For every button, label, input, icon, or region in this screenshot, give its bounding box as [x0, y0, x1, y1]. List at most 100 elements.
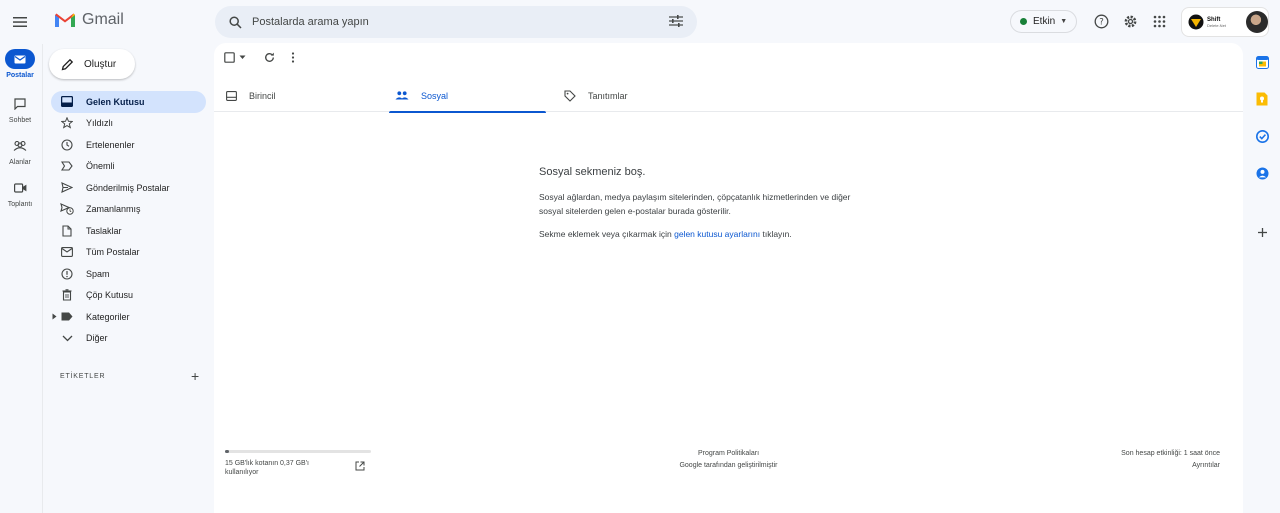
refresh-button[interactable]	[264, 52, 275, 63]
expand-arrow-icon[interactable]	[52, 313, 57, 320]
inbox-tab-icon	[226, 90, 237, 101]
settings-hint-prefix: Sekme eklemek veya çıkarmak için	[539, 229, 675, 239]
caret-down-icon	[239, 55, 246, 59]
pencil-icon	[61, 58, 74, 70]
label-icon	[59, 309, 75, 325]
help-icon: ?	[1094, 14, 1108, 28]
sidebar-item-label: Spam	[86, 268, 110, 279]
sidebar-item-spam[interactable]: Spam	[51, 263, 206, 285]
gmail-logo[interactable]: Gmail	[54, 11, 124, 29]
sidebar-item-starred[interactable]: Yıldızlı	[51, 113, 206, 135]
rail-label: Sohbet	[8, 117, 32, 124]
rail-pill	[5, 94, 35, 114]
tab-promotions[interactable]: Tanıtımlar	[552, 79, 709, 112]
compose-button[interactable]: Oluştur	[49, 49, 135, 79]
tag-icon	[564, 89, 576, 102]
details-link[interactable]: Ayrıntılar	[1121, 460, 1220, 472]
sidebar-item-important[interactable]: Önemli	[51, 156, 206, 178]
empty-state-settings-hint: Sekme eklemek veya çıkarmak için gelen k…	[539, 227, 919, 241]
rail-item-mail[interactable]: Postalar	[0, 49, 40, 79]
plus-icon	[1257, 227, 1267, 237]
main-menu-button[interactable]	[8, 10, 32, 34]
footer-links: Program Politikaları Google tarafından g…	[214, 448, 1243, 472]
sidebar-item-snoozed[interactable]: Ertelenenler	[51, 134, 206, 156]
category-tabs: Birincil Sosyal Tanıtımlar	[214, 79, 1243, 113]
sidebar-item-scheduled[interactable]: Zamanlanmış	[51, 199, 206, 221]
important-icon	[59, 158, 75, 174]
sidebar-nav: Gelen Kutusu Yıldızlı Ertelenenler Öneml…	[51, 91, 206, 349]
rail-item-meet[interactable]: Toplantı	[0, 178, 40, 208]
all-mail-icon	[59, 244, 75, 260]
empty-state-description: Sosyal ağlardan, medya paylaşım siteleri…	[539, 190, 919, 218]
empty-state-line1: Sosyal ağlardan, medya paylaşım siteleri…	[539, 192, 851, 202]
brand-mark-icon	[1188, 14, 1204, 30]
rail-divider	[42, 44, 43, 513]
chat-icon	[14, 98, 26, 110]
rail-pill	[5, 136, 35, 156]
hamburger-icon	[13, 17, 27, 27]
sidebar-item-trash[interactable]: Çöp Kutusu	[51, 285, 206, 307]
empty-state: Sosyal sekmeniz boş. Sosyal ağlardan, me…	[539, 166, 919, 241]
star-icon	[59, 115, 75, 131]
sidebar-item-more[interactable]: Diğer	[51, 328, 206, 350]
status-label: Etkin	[1033, 16, 1056, 27]
sidebar-item-label: Gönderilmiş Postalar	[86, 182, 170, 193]
calendar-button[interactable]	[1254, 54, 1270, 70]
sidebar-item-all-mail[interactable]: Tüm Postalar	[51, 242, 206, 264]
sidebar-item-label: Yıldızlı	[86, 118, 114, 129]
rail-label: Postalar	[6, 72, 34, 79]
chevron-down-icon	[59, 330, 75, 346]
settings-button[interactable]	[1121, 12, 1139, 30]
tab-primary[interactable]: Birincil	[214, 79, 371, 112]
avatar[interactable]	[1246, 11, 1268, 33]
labels-section-header: ETİKETLER +	[60, 368, 200, 384]
sidebar-item-categories[interactable]: Kategoriler	[51, 306, 206, 328]
top-bar: Gmail Etkin ▼ ? Shift Delete.Net	[0, 0, 1280, 44]
rail-item-spaces[interactable]: Alanlar	[0, 136, 40, 166]
select-all-checkbox[interactable]	[224, 52, 246, 63]
refresh-icon	[265, 52, 274, 62]
calendar-icon	[1255, 55, 1269, 69]
get-addons-button[interactable]	[1254, 224, 1270, 240]
list-toolbar	[224, 52, 295, 63]
status-dot	[1020, 18, 1027, 25]
organization-logo: Shift Delete.Net	[1188, 13, 1238, 31]
main-panel: Birincil Sosyal Tanıtımlar Sosyal sekmen…	[214, 43, 1243, 513]
account-activity: Son hesap etkinliği: 1 saat önce Ayrıntı…	[1121, 448, 1220, 472]
sidebar-item-inbox[interactable]: Gelen Kutusu	[51, 91, 206, 113]
mail-icon	[14, 55, 26, 63]
sidebar-item-drafts[interactable]: Taslaklar	[51, 220, 206, 242]
search-input[interactable]	[252, 16, 652, 28]
tasks-icon	[1255, 129, 1269, 143]
send-icon	[59, 180, 75, 196]
add-label-button[interactable]: +	[191, 368, 200, 384]
tasks-button[interactable]	[1254, 128, 1270, 144]
apps-button[interactable]	[1150, 12, 1168, 30]
keep-button[interactable]	[1254, 91, 1270, 107]
sidebar-item-label: Kategoriler	[86, 311, 130, 322]
help-button[interactable]: ?	[1092, 12, 1110, 30]
sidebar-item-sent[interactable]: Gönderilmiş Postalar	[51, 177, 206, 199]
sidebar-item-label: Diğer	[86, 333, 108, 344]
rail-label: Toplantı	[7, 201, 33, 208]
spaces-icon	[13, 141, 27, 151]
tab-social[interactable]: Sosyal	[389, 79, 546, 113]
tab-label: Sosyal	[421, 90, 449, 101]
app-title: Gmail	[82, 11, 124, 28]
search-bar[interactable]	[215, 6, 697, 38]
account-switcher[interactable]: Shift Delete.Net	[1181, 7, 1269, 37]
contacts-button[interactable]	[1254, 165, 1270, 181]
contacts-icon	[1256, 167, 1268, 179]
rail-item-chat[interactable]: Sohbet	[0, 94, 40, 124]
checkbox-icon	[224, 52, 235, 63]
last-activity-text: Son hesap etkinliği: 1 saat önce	[1121, 450, 1220, 457]
program-policies-link[interactable]: Program Politikaları	[214, 448, 1243, 460]
status-selector[interactable]: Etkin ▼	[1010, 10, 1077, 33]
inbox-settings-link[interactable]: gelen kutusu ayarlarını	[674, 229, 760, 239]
search-options-icon[interactable]	[669, 15, 683, 27]
search-icon[interactable]	[229, 15, 242, 29]
scheduled-icon	[59, 201, 75, 217]
more-options-button[interactable]	[291, 52, 295, 63]
sidebar-item-label: Önemli	[86, 161, 115, 172]
settings-hint-suffix: tıklayın.	[760, 229, 792, 239]
